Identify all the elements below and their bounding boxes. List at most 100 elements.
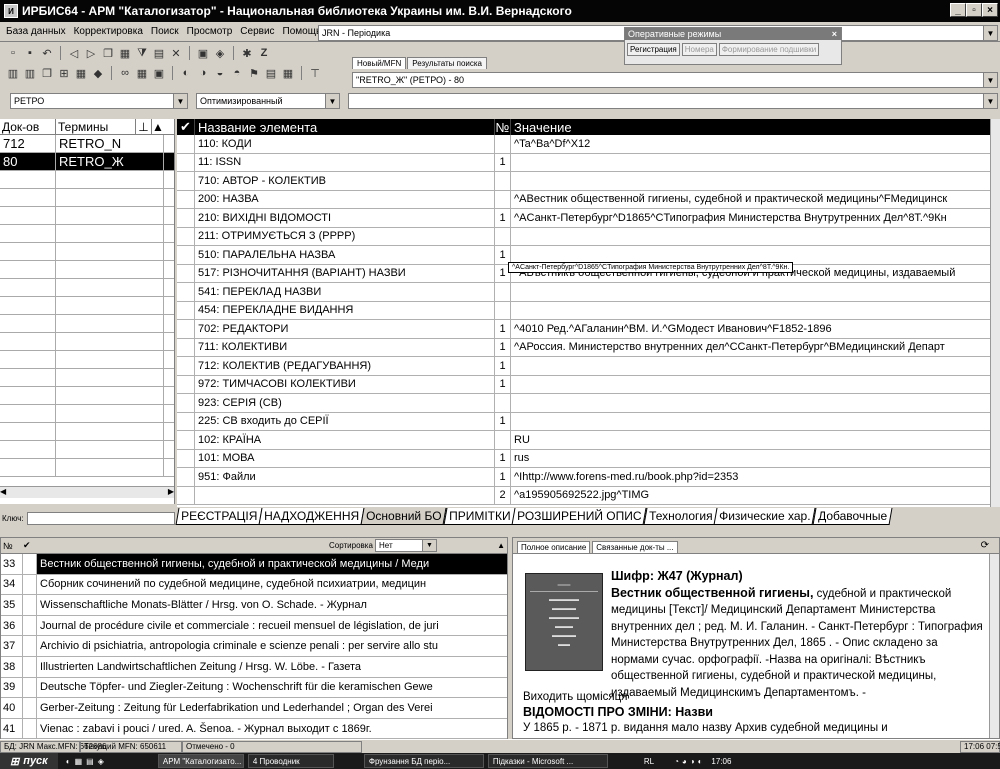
- marker-icon[interactable]: ◈: [213, 46, 227, 60]
- record-checkbox[interactable]: [23, 554, 37, 574]
- field-value[interactable]: [511, 375, 1000, 393]
- record-row[interactable]: 36 Journal de procédure civile et commer…: [1, 615, 507, 637]
- tab-acquisition[interactable]: НАДХОДЖЕННЯ: [258, 508, 365, 525]
- save-icon[interactable]: ▪: [23, 46, 37, 60]
- print-icon[interactable]: ▣: [196, 46, 210, 60]
- scroll-left-icon[interactable]: ◀: [0, 487, 6, 498]
- record-checkbox[interactable]: [23, 636, 37, 656]
- search-input[interactable]: ▼: [348, 93, 998, 109]
- dictionary-select[interactable]: РЕТРО ▼: [10, 93, 188, 109]
- column-header-number[interactable]: №: [495, 119, 511, 135]
- field-row[interactable]: 972: ТИМЧАСОВІ КОЛЕКТИВИ 1: [177, 375, 1000, 394]
- term-row[interactable]: 712 RETRO_N: [0, 135, 174, 153]
- record-row[interactable]: 38 Illustrierten Landwirtschaftlichen Ze…: [1, 656, 507, 678]
- key-input[interactable]: [26, 511, 175, 525]
- task-word-2[interactable]: Підказки - Microsoft ...: [487, 754, 608, 768]
- tab-physical[interactable]: Физические хар.: [713, 508, 817, 525]
- menu-view[interactable]: Просмотр: [187, 26, 233, 37]
- box-icon[interactable]: ▣: [152, 66, 166, 80]
- binding-button[interactable]: Формирование подшивки: [718, 43, 820, 56]
- menu-search[interactable]: Поиск: [151, 26, 179, 37]
- menu-service[interactable]: Сервис: [240, 26, 274, 37]
- settings-icon[interactable]: ✱: [240, 46, 254, 60]
- field-value[interactable]: RU: [511, 431, 1000, 449]
- refresh-icon[interactable]: ⟳: [981, 540, 989, 551]
- field-value[interactable]: [511, 357, 1000, 375]
- field-row[interactable]: 210: ВИХІДНІ ВІДОМОСТІ 1 ^AСанкт-Петербу…: [177, 209, 1000, 228]
- field-value[interactable]: [511, 394, 1000, 412]
- field-value[interactable]: [511, 153, 1000, 171]
- field-value[interactable]: [511, 246, 1000, 264]
- record-checkbox[interactable]: [23, 698, 37, 718]
- field-value[interactable]: [511, 301, 1000, 319]
- tab-notes[interactable]: ПРИМІТКИ: [443, 508, 516, 525]
- field-row[interactable]: 11: ISSN 1: [177, 153, 1000, 172]
- horizontal-scrollbar[interactable]: ◀ ▶: [0, 486, 174, 498]
- field-value[interactable]: [511, 172, 1000, 190]
- field-row[interactable]: 225: СВ входить до СЕРІЇ 1: [177, 412, 1000, 431]
- copy-record-icon[interactable]: ❐: [40, 66, 54, 80]
- field-value[interactable]: ^AРоссия. Министерство внутренних дел^CС…: [511, 338, 1000, 356]
- term-row[interactable]: 80 RETRO_Ж: [0, 153, 174, 171]
- close-button[interactable]: ×: [982, 3, 998, 17]
- grid-icon[interactable]: ▦: [118, 46, 132, 60]
- list2-icon[interactable]: ▥: [23, 66, 37, 80]
- z-icon[interactable]: Z: [257, 46, 271, 60]
- mark-icon[interactable]: ◆: [91, 66, 105, 80]
- numbers-button[interactable]: Номера: [681, 43, 717, 56]
- paste-icon[interactable]: ▤: [152, 46, 166, 60]
- task-explorer[interactable]: 4 Проводник: [247, 754, 334, 768]
- tool5-icon[interactable]: ⚑: [247, 66, 261, 80]
- undo-icon[interactable]: ↶: [40, 46, 54, 60]
- quicklaunch-icons[interactable]: ◐▦▤◈: [66, 757, 108, 766]
- sort-select[interactable]: Нет ▼: [375, 539, 437, 552]
- menu-edit[interactable]: Корректировка: [74, 26, 143, 37]
- field-value[interactable]: ^4010 Ред.^AГаланин^BМ. И.^GМодест Ивано…: [511, 320, 1000, 338]
- language-indicator[interactable]: RL: [644, 757, 654, 766]
- field-row[interactable]: 102: КРАЇНА RU: [177, 431, 1000, 450]
- minimize-button[interactable]: _: [950, 3, 966, 17]
- copy-icon[interactable]: ❐: [101, 46, 115, 60]
- field-row[interactable]: 454: ПЕРЕКЛАДНЕ ВИДАННЯ: [177, 301, 1000, 320]
- tab-extended-desc[interactable]: РОЗШИРЕНИЙ ОПИС: [511, 508, 648, 525]
- grid2-icon[interactable]: ▦: [135, 66, 149, 80]
- record-row[interactable]: 35 Wissenschaftliche Monats-Blätter / Hr…: [1, 595, 507, 616]
- search-result-select[interactable]: "RETRO_Ж" (РЕТРО) - 80 ▼: [352, 72, 998, 88]
- maximize-button[interactable]: ▫: [966, 3, 982, 17]
- record-row[interactable]: 41 Vienac : zabavi i pouci / ured. A. Še…: [1, 718, 507, 740]
- list-icon[interactable]: ▥: [6, 66, 20, 80]
- record-checkbox[interactable]: [23, 718, 37, 739]
- tab-main-bo[interactable]: Основний БО: [360, 508, 448, 525]
- record-row[interactable]: 40 Gerber-Zeitung : Zeitung für Lederfab…: [1, 698, 507, 719]
- start-button[interactable]: ⊞ пуск: [0, 753, 58, 769]
- field-row[interactable]: 211: ОТРИМУЄТЬСЯ З (РРРР): [177, 227, 1000, 246]
- tree-icon[interactable]: ⊞: [57, 66, 71, 80]
- column-header-element[interactable]: Название элемента: [195, 119, 495, 135]
- scroll-up-icon[interactable]: ▲: [152, 119, 164, 134]
- field-value[interactable]: rus: [511, 449, 1000, 467]
- record-checkbox[interactable]: [23, 574, 37, 595]
- field-row[interactable]: 711: КОЛЕКТИВИ 1 ^AРоссия. Министерство …: [177, 338, 1000, 357]
- tab-additional[interactable]: Добавочные: [812, 508, 893, 525]
- tool7-icon[interactable]: ▦: [281, 66, 295, 80]
- menu-database[interactable]: База данных: [6, 26, 66, 37]
- field-value[interactable]: ^Ihttp://www.forens-med.ru/book.php?id=2…: [511, 468, 1000, 486]
- tab-full-description[interactable]: Полное описание: [517, 541, 591, 553]
- record-row[interactable]: 33 Вестник общественной гигиены, судебно…: [1, 554, 507, 575]
- registration-button[interactable]: Регистрация: [627, 43, 680, 56]
- record-row[interactable]: 37 Archivio di psichiatria, antropologia…: [1, 636, 507, 657]
- delete-icon[interactable]: ✕: [169, 46, 183, 60]
- field-row[interactable]: 2 ^a195905692522.jpg^TIMG: [177, 486, 1000, 505]
- task-word-1[interactable]: Фрунзання БД періо...: [363, 754, 484, 768]
- table-icon[interactable]: ▦: [74, 66, 88, 80]
- field-row[interactable]: 101: МОВА 1 rus: [177, 449, 1000, 468]
- new-icon[interactable]: ▫: [6, 46, 20, 60]
- tab-search-results[interactable]: Результаты поиска: [407, 57, 487, 69]
- field-value[interactable]: ^Ta^Ba^Df^X12: [511, 135, 1000, 153]
- field-row[interactable]: 200: НАЗВА ^AВестник общественной гигиен…: [177, 190, 1000, 209]
- field-value[interactable]: ^AСанкт-Петербург^D1865^CТипография Мини…: [511, 209, 1000, 227]
- field-row[interactable]: 110: КОДИ ^Ta^Ba^Df^X12: [177, 135, 1000, 154]
- record-checkbox[interactable]: [23, 677, 37, 698]
- field-value[interactable]: [511, 412, 1000, 430]
- tab-technology[interactable]: Технология: [643, 508, 718, 525]
